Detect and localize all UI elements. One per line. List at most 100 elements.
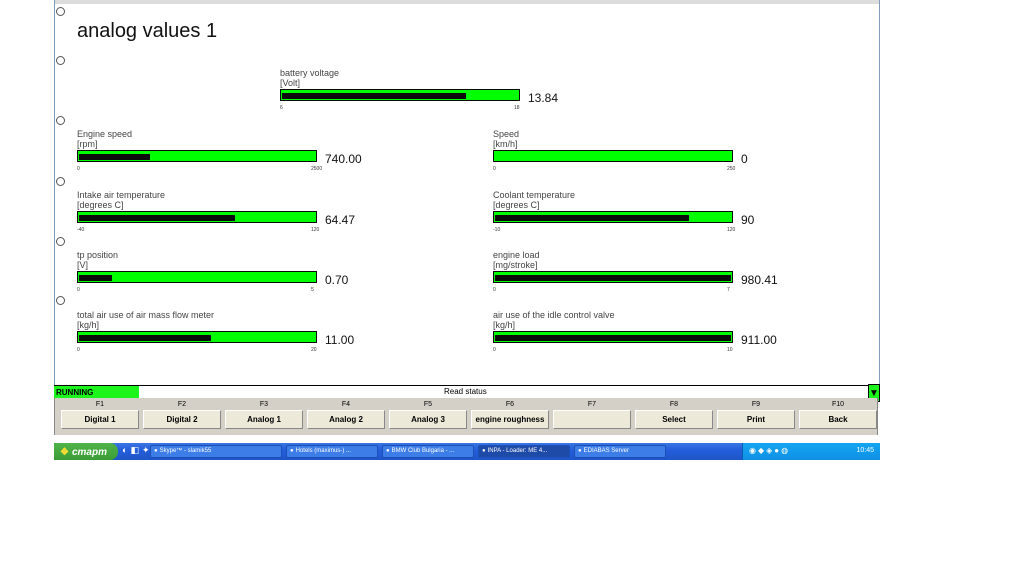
gauge-value: 13.84 bbox=[528, 91, 559, 105]
gauge-label: engine load bbox=[493, 250, 540, 260]
digital-2-button[interactable]: Digital 2 bbox=[143, 410, 221, 429]
tray-icons: ◉◆◈●◍ bbox=[749, 446, 790, 455]
fkey-number: F2 bbox=[177, 401, 187, 408]
top-strip-label: tuu bbox=[57, 0, 67, 2]
gauge-max: 120 bbox=[311, 227, 320, 233]
desktop-icon[interactable]: ◧ bbox=[130, 445, 142, 455]
gauge-unit: [kg/h] bbox=[493, 320, 516, 330]
gauge-engine-load: engine load [mg/stroke] 980.41 0 7 bbox=[493, 250, 778, 293]
gauge-engine-speed: Engine speed [rpm] 740.00 0 2500 bbox=[77, 129, 362, 172]
gauge-fill bbox=[495, 335, 731, 341]
gauge-value: 11.00 bbox=[325, 333, 355, 347]
gauge-unit: [mg/stroke] bbox=[493, 260, 538, 270]
fkey-f5: F5 Analog 3 bbox=[389, 398, 467, 429]
gauge-fill bbox=[495, 215, 689, 221]
gauge-min: -10 bbox=[493, 227, 501, 233]
gauge-bar bbox=[493, 271, 733, 283]
gauge-max: 250 bbox=[727, 166, 736, 172]
select-button[interactable]: Select bbox=[635, 410, 713, 429]
gauge-min: 0 bbox=[493, 287, 496, 293]
read-status-label: Read status bbox=[444, 387, 487, 396]
clock: 10:45 bbox=[856, 447, 874, 454]
gauge-bar bbox=[493, 211, 733, 223]
messenger-icon[interactable]: ◍ bbox=[781, 446, 790, 455]
start-button[interactable]: ❖ старт bbox=[54, 443, 118, 460]
gauge-bar bbox=[77, 211, 317, 223]
fkey-number: F10 bbox=[831, 401, 845, 408]
gauge-label: Engine speed bbox=[77, 129, 133, 139]
windows-logo-icon: ❖ bbox=[60, 447, 69, 458]
gauge-bar bbox=[77, 331, 317, 343]
gauge-value: 740.00 bbox=[325, 152, 362, 166]
gauge-label: total air use of air mass flow meter bbox=[77, 310, 215, 320]
task-ediabas-server[interactable]: ● EDIABAS Server bbox=[574, 445, 666, 458]
fkey-f3: F3 Analog 1 bbox=[225, 398, 303, 429]
gauge-label: tp position bbox=[77, 250, 119, 260]
gauge-fill bbox=[79, 215, 235, 221]
gauge-bar bbox=[280, 89, 520, 101]
security-icon[interactable]: ◆ bbox=[758, 446, 766, 455]
task-hotels[interactable]: ● Hotels (maximus-) ... bbox=[286, 445, 378, 458]
start-label: старт bbox=[71, 447, 107, 458]
gauge-unit: [V] bbox=[77, 260, 89, 270]
quick-launch: ◐◧✦ bbox=[122, 445, 153, 456]
fkey-f7: F7 bbox=[553, 398, 631, 429]
engine-roughness-button[interactable]: engine roughness bbox=[471, 410, 549, 429]
inpa-window: tuu analog values 1 battery voltage [Vol… bbox=[54, 0, 880, 460]
fkey-f9: F9 Print bbox=[717, 398, 795, 429]
gauge-bar bbox=[493, 331, 733, 343]
gauge-unit: [degrees C] bbox=[77, 200, 124, 210]
inpa-icon: ● bbox=[482, 448, 486, 454]
gauge-value: 980.41 bbox=[741, 273, 778, 287]
fkey-number: F6 bbox=[505, 401, 515, 408]
fkey-f1: F1 Digital 1 bbox=[61, 398, 139, 429]
gauge-label: Intake air temperature bbox=[77, 190, 166, 200]
fkey-number: F9 bbox=[751, 401, 761, 408]
fkey-number: F1 bbox=[95, 401, 105, 408]
gauge-min: 0 bbox=[77, 166, 80, 172]
row-marker-icon bbox=[56, 296, 65, 305]
browser-icon: ● bbox=[290, 448, 294, 454]
analog-1-button[interactable]: Analog 1 bbox=[225, 410, 303, 429]
gauge-unit: [kg/h] bbox=[77, 320, 100, 330]
task-inpa-loader[interactable]: ● INPA - Loader: ME 4... bbox=[478, 445, 570, 458]
gauge-min: 0 bbox=[77, 287, 80, 293]
window-top-strip: tuu bbox=[55, 0, 879, 4]
task-skype[interactable]: ● Skype™ - slamik55 bbox=[150, 445, 282, 458]
network-icon[interactable]: ◉ bbox=[749, 446, 758, 455]
gauge-unit: [degrees C] bbox=[493, 200, 540, 210]
gauge-unit: [km/h] bbox=[493, 139, 518, 149]
gauge-value: 0.70 bbox=[325, 273, 349, 287]
gauge-battery-voltage: battery voltage [Volt] 13.84 6 18 bbox=[280, 68, 558, 111]
task-bmw-club[interactable]: ● BMW Club Bulgaria - ... bbox=[382, 445, 474, 458]
task-label: Skype™ - slamik55 bbox=[159, 448, 212, 454]
gauge-max: 7 bbox=[727, 287, 730, 293]
analog-3-button[interactable]: Analog 3 bbox=[389, 410, 467, 429]
row-marker-icon bbox=[56, 7, 65, 16]
fkey-number: F8 bbox=[669, 401, 679, 408]
gauge-max: 120 bbox=[727, 227, 736, 233]
gauge-min: -40 bbox=[77, 227, 85, 233]
gauge-fill bbox=[79, 154, 150, 160]
status-strip: RUNNING Read status ▼ bbox=[54, 384, 880, 402]
print-button[interactable]: Print bbox=[717, 410, 795, 429]
fkey-f10: F10 Back bbox=[799, 398, 877, 429]
gauge-idle-control-valve: air use of the idle control valve [kg/h]… bbox=[493, 310, 777, 353]
gauge-value: 90 bbox=[741, 213, 755, 227]
gauge-label: air use of the idle control valve bbox=[493, 310, 615, 320]
back-button[interactable]: Back bbox=[799, 410, 877, 429]
gauge-max: 20 bbox=[311, 347, 317, 353]
gauge-speed: Speed [km/h] 0 0 250 bbox=[493, 129, 748, 172]
gauge-value: 911.00 bbox=[741, 333, 777, 347]
analog-2-button[interactable]: Analog 2 bbox=[307, 410, 385, 429]
gauge-min: 0 bbox=[77, 347, 80, 353]
fkey-f6: F6 engine roughness bbox=[471, 398, 549, 429]
gauge-fill bbox=[79, 335, 211, 341]
digital-1-button[interactable]: Digital 1 bbox=[61, 410, 139, 429]
row-marker-icon bbox=[56, 177, 65, 186]
gauge-min: 0 bbox=[493, 347, 496, 353]
f7-button[interactable] bbox=[553, 410, 631, 429]
fkey-number: F7 bbox=[587, 401, 597, 408]
task-label: Hotels (maximus-) ... bbox=[295, 448, 351, 454]
system-tray: ◉◆◈●◍ 10:45 bbox=[742, 443, 880, 460]
